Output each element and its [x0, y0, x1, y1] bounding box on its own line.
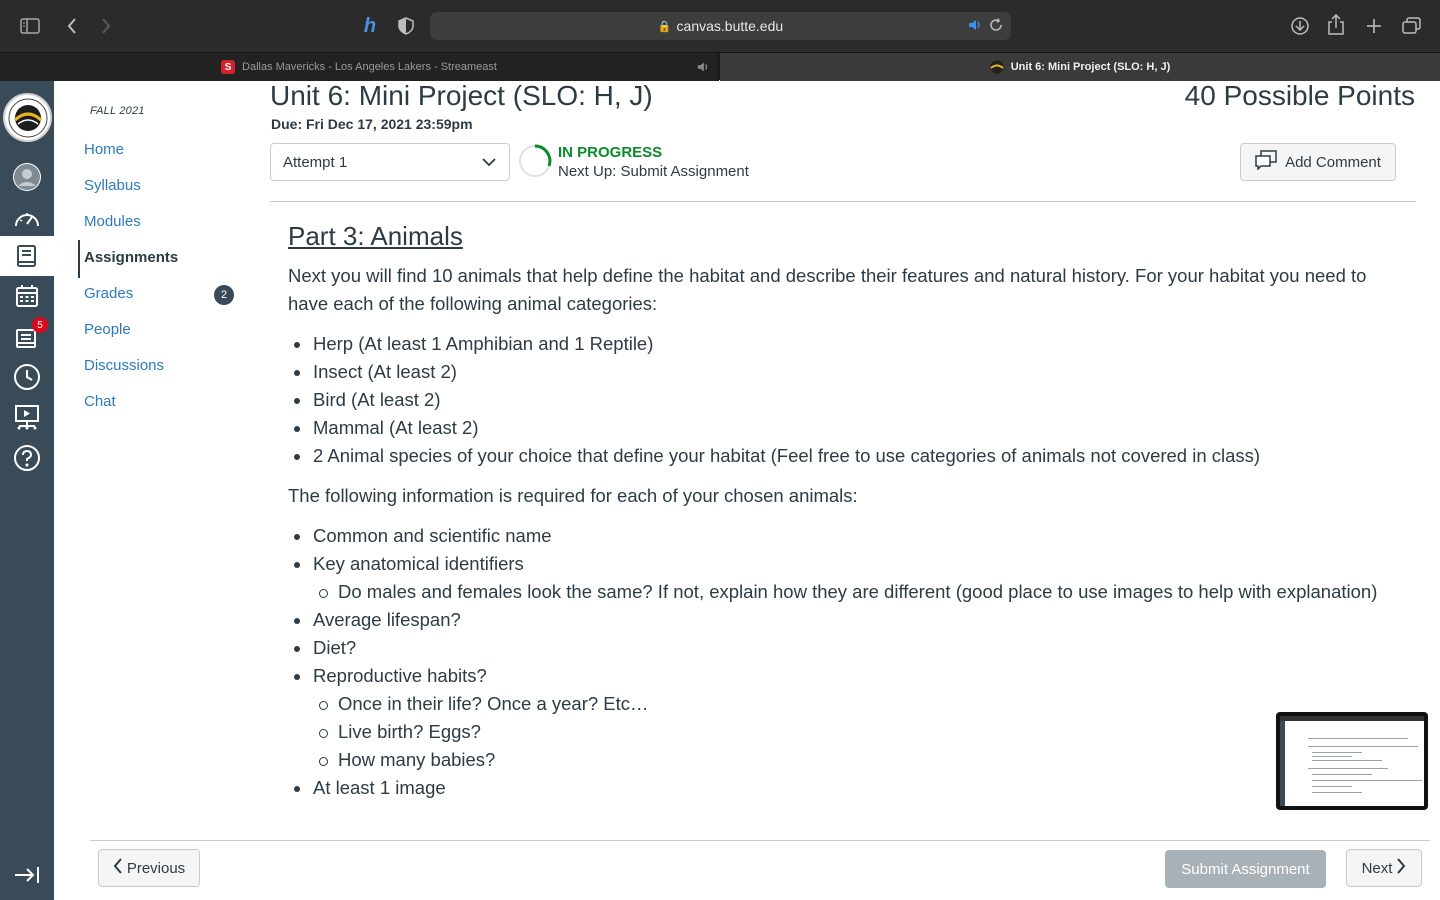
term-label: FALL 2021 [90, 105, 145, 117]
assignment-description: Part 3: Animals Next you will find 10 an… [288, 218, 1408, 814]
next-step-text: Next Up: Submit Assignment [558, 163, 749, 180]
butte-favicon-icon [989, 60, 1004, 74]
help-icon[interactable] [0, 438, 54, 478]
submission-status: IN PROGRESS [558, 144, 663, 161]
list-item: Common and scientific name [288, 522, 1408, 550]
tab-streameast[interactable]: S Dallas Mavericks - Los Angeles Lakers … [0, 53, 719, 81]
comment-icon [1255, 150, 1285, 174]
sub-list-item: Live birth? Eggs? [288, 718, 1408, 746]
browser-toolbar: h 🔒 canvas.butte.edu [0, 0, 1440, 52]
due-date: Due: Fri Dec 17, 2021 23:59pm [271, 116, 473, 132]
thumbnail-preview [1280, 716, 1424, 806]
course-navigation: FALL 2021 Home Syllabus Modules Assignme… [54, 81, 254, 900]
add-comment-label: Add Comment [1285, 153, 1381, 171]
speaker-icon[interactable] [967, 17, 983, 36]
intro-paragraph: Next you will find 10 animals that help … [288, 265, 1367, 314]
studio-icon[interactable] [0, 397, 54, 437]
active-indicator [78, 240, 80, 278]
dashboard-icon[interactable] [0, 199, 54, 239]
possible-points: 40 Possible Points [1184, 80, 1415, 111]
tab-overview-icon[interactable] [1400, 14, 1424, 38]
tab-canvas-assignment[interactable]: Unit 6: Mini Project (SLO: H, J) [720, 53, 1440, 81]
list-item: Mammal (At least 2) [288, 414, 1408, 442]
inbox-unread-badge: 5 [32, 317, 48, 333]
course-nav-chat[interactable]: Chat [84, 393, 116, 410]
course-nav-grades[interactable]: Grades [84, 285, 133, 302]
chevron-right-icon [1396, 858, 1406, 878]
header-divider [270, 201, 1416, 202]
url-text: canvas.butte.edu [676, 18, 784, 34]
list-item: Bird (At least 2) [288, 386, 1408, 414]
course-nav-modules[interactable]: Modules [84, 213, 141, 230]
list-item: At least 1 image [288, 774, 1408, 802]
course-nav-people[interactable]: People [84, 321, 131, 338]
section-heading: Part 3: Animals [288, 221, 463, 251]
shield-icon[interactable] [394, 14, 418, 38]
sub-list-item: How many babies? [288, 746, 1408, 774]
back-icon[interactable] [60, 14, 84, 38]
attempt-select-value: Attempt 1 [283, 153, 348, 171]
grades-count-badge: 2 [214, 285, 234, 305]
global-navigation: 5 [0, 81, 54, 900]
previous-button[interactable]: Previous [98, 849, 200, 887]
list-item: Herp (At least 1 Amphibian and 1 Reptile… [288, 330, 1408, 358]
info-paragraph: The following information is required fo… [288, 485, 858, 506]
assignment-title: Unit 6: Mini Project (SLO: H, J) [270, 80, 653, 111]
audio-playing-icon[interactable] [696, 60, 710, 77]
submit-assignment-button[interactable]: Submit Assignment [1165, 850, 1326, 888]
list-item: 2 Animal species of your choice that def… [288, 442, 1408, 470]
downloads-icon[interactable] [1288, 14, 1312, 38]
calendar-icon[interactable] [0, 276, 54, 316]
account-nav[interactable] [0, 157, 54, 197]
share-icon[interactable] [1324, 12, 1348, 38]
streameast-favicon-icon: S [221, 60, 236, 74]
collapse-nav-icon[interactable] [0, 855, 54, 895]
sidebar-toggle-icon[interactable] [18, 14, 42, 38]
course-nav-discussions[interactable]: Discussions [84, 357, 164, 374]
required-info-list: Common and scientific name Key anatomica… [288, 522, 1408, 802]
course-nav-home[interactable]: Home [84, 141, 124, 158]
list-item: Insect (At least 2) [288, 358, 1408, 386]
list-item: Diet? [288, 634, 1408, 662]
course-nav-syllabus[interactable]: Syllabus [84, 177, 141, 194]
address-bar[interactable]: 🔒 canvas.butte.edu [430, 12, 1011, 40]
chevron-down-icon [481, 154, 497, 174]
animal-categories-list: Herp (At least 1 Amphibian and 1 Reptile… [288, 330, 1408, 470]
next-button[interactable]: Next [1346, 849, 1422, 887]
history-icon[interactable] [0, 357, 54, 397]
extension-icon[interactable]: h [358, 14, 382, 38]
tab-title: Dallas Mavericks - Los Angeles Lakers - … [242, 61, 497, 73]
list-item: Key anatomical identifiers [288, 550, 1408, 578]
screenshot-thumbnail[interactable] [1276, 712, 1428, 810]
list-item: Average lifespan? [288, 606, 1408, 634]
attempt-select[interactable]: Attempt 1 [270, 143, 510, 181]
courses-icon[interactable] [0, 236, 54, 276]
new-tab-icon[interactable] [1362, 14, 1386, 38]
sub-list-item: Do males and females look the same? If n… [288, 578, 1408, 606]
list-item: Reproductive habits? [288, 662, 1408, 690]
sub-list-item: Once in their life? Once a year? Etc… [288, 690, 1408, 718]
inbox-icon[interactable]: 5 [0, 317, 54, 357]
progress-ring-icon [518, 144, 552, 183]
college-logo[interactable] [3, 93, 52, 142]
add-comment-button[interactable]: Add Comment [1240, 143, 1396, 181]
tab-bar: S Dallas Mavericks - Los Angeles Lakers … [0, 52, 1440, 81]
next-label: Next [1361, 859, 1393, 877]
footer-divider [90, 840, 1430, 841]
previous-label: Previous [126, 859, 186, 877]
lock-icon: 🔒 [657, 20, 672, 33]
chevron-left-icon [113, 858, 123, 878]
tab-title: Unit 6: Mini Project (SLO: H, J) [1010, 61, 1171, 73]
forward-icon[interactable] [94, 14, 118, 38]
reload-icon[interactable] [989, 18, 1003, 35]
course-nav-assignments[interactable]: Assignments [84, 249, 178, 266]
